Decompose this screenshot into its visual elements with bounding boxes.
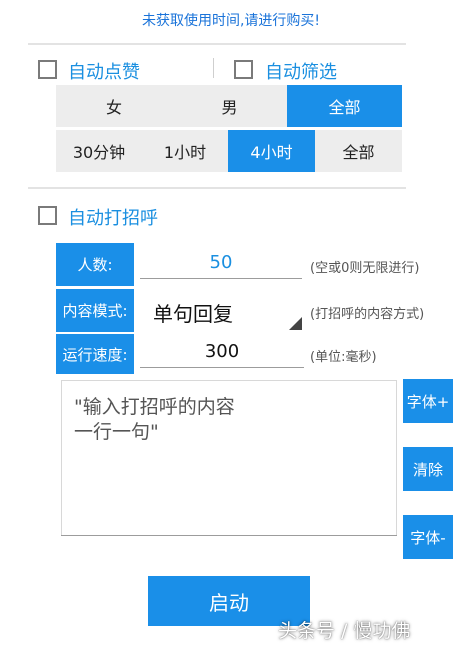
auto-filter-label: 自动筛选 [265,62,337,83]
time-option-all[interactable]: 全部 [315,130,402,172]
time-option-4h[interactable]: 4小时 [228,130,315,172]
auto-like-label: 自动点赞 [68,62,140,83]
content-mode-value: 单句回复 [153,302,233,326]
auto-filter-checkbox[interactable] [234,60,253,79]
speed-input[interactable]: 300 [140,341,304,362]
content-mode-hint: (打招呼的内容方式) [310,307,425,322]
time-selector: 30分钟 1小时 4小时 全部 [56,130,402,172]
gender-option-female[interactable]: 女 [56,85,172,127]
greeting-textarea[interactable]: "输入打招呼的内容 一行一句" [61,380,397,536]
content-mode-dropdown[interactable]: 单句回复 [140,289,304,332]
font-decrease-button[interactable]: 字体- [403,515,453,559]
count-input-underline [140,278,302,279]
time-option-30min[interactable]: 30分钟 [56,130,142,172]
auto-like-checkbox[interactable] [38,60,57,79]
textarea-underline [61,535,397,536]
content-mode-label: 内容模式: [56,289,134,332]
watermark-text: 头条号 / 慢功佛 [278,620,411,642]
speed-input-underline [140,367,304,368]
notice-text: 未获取使用时间,请进行购买! [141,13,321,29]
gender-selector: 女 男 全部 [56,85,402,127]
count-hint: (空或0则无限进行) [310,261,420,276]
middle-divider [28,187,406,189]
speed-label: 运行速度: [56,334,134,374]
greeting-placeholder: "输入打招呼的内容 一行一句" [74,396,235,443]
time-option-1h[interactable]: 1小时 [142,130,228,172]
auto-greet-label: 自动打招呼 [68,208,158,229]
speed-hint: (单位:毫秒) [310,350,377,365]
top-divider [28,43,406,45]
clear-button[interactable]: 清除 [403,447,453,491]
count-label: 人数: [56,243,134,286]
auto-greet-checkbox[interactable] [38,206,57,225]
font-increase-button[interactable]: 字体+ [403,379,453,423]
option-separator [213,58,214,78]
dropdown-corner-icon [289,317,302,330]
gender-option-all[interactable]: 全部 [287,85,402,127]
gender-option-male[interactable]: 男 [172,85,287,127]
count-input[interactable]: 50 [140,252,302,273]
